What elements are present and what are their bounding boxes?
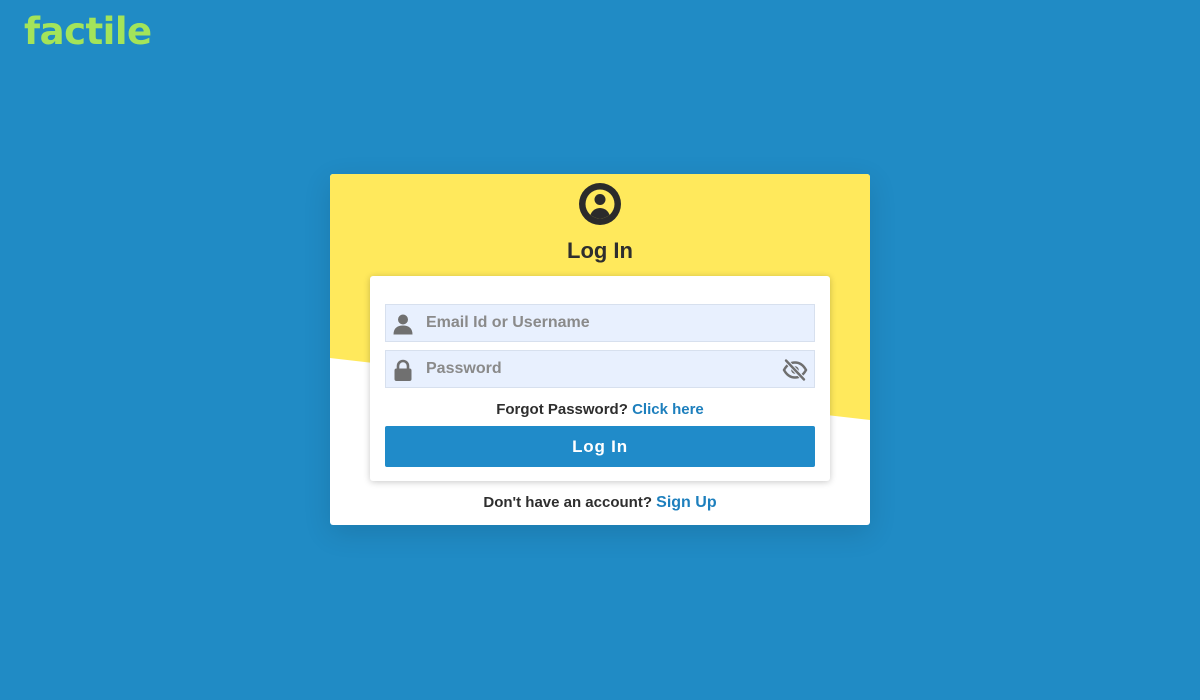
user-icon (393, 314, 413, 335)
password-input[interactable] (426, 351, 776, 387)
username-field (385, 304, 815, 342)
login-card: Log In Forgot Password? Click (330, 174, 870, 525)
login-form: Forgot Password? Click here Log In (370, 276, 830, 481)
factile-logo[interactable]: factile (24, 8, 152, 56)
login-button[interactable]: Log In (385, 426, 815, 467)
username-input[interactable] (426, 305, 776, 341)
signup-link[interactable]: Sign Up (656, 494, 716, 511)
signup-row: Don't have an account? Sign Up (330, 494, 870, 512)
user-circle-icon (579, 183, 621, 225)
eye-slash-icon[interactable] (782, 358, 808, 382)
forgot-password-row: Forgot Password? Click here (370, 401, 830, 419)
forgot-password-text: Forgot Password? (496, 401, 628, 418)
password-field (385, 350, 815, 388)
lock-icon (394, 359, 412, 381)
forgot-password-link[interactable]: Click here (632, 401, 704, 418)
signup-text: Don't have an account? (483, 494, 652, 511)
login-title: Log In (567, 238, 633, 263)
